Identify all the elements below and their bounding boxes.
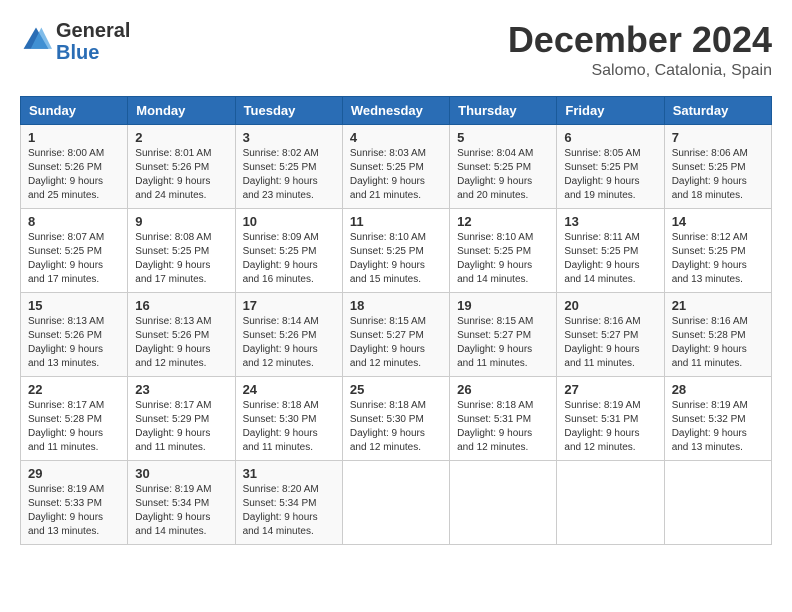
- table-row: 8 Sunrise: 8:07 AMSunset: 5:25 PMDayligh…: [21, 208, 128, 292]
- table-row: 12 Sunrise: 8:10 AMSunset: 5:25 PMDaylig…: [450, 208, 557, 292]
- table-row: 18 Sunrise: 8:15 AMSunset: 5:27 PMDaylig…: [342, 292, 449, 376]
- logo-icon: [20, 24, 52, 56]
- table-row: 31 Sunrise: 8:20 AMSunset: 5:34 PMDaylig…: [235, 460, 342, 544]
- calendar-week-1: 1 Sunrise: 8:00 AMSunset: 5:26 PMDayligh…: [21, 124, 772, 208]
- table-row: 1 Sunrise: 8:00 AMSunset: 5:26 PMDayligh…: [21, 124, 128, 208]
- table-row: 3 Sunrise: 8:02 AMSunset: 5:25 PMDayligh…: [235, 124, 342, 208]
- col-monday: Monday: [128, 96, 235, 124]
- table-row: 7 Sunrise: 8:06 AMSunset: 5:25 PMDayligh…: [664, 124, 771, 208]
- calendar-header-row: Sunday Monday Tuesday Wednesday Thursday…: [21, 96, 772, 124]
- empty-cell: [664, 460, 771, 544]
- col-wednesday: Wednesday: [342, 96, 449, 124]
- calendar-week-5: 29 Sunrise: 8:19 AMSunset: 5:33 PMDaylig…: [21, 460, 772, 544]
- page-container: General Blue December 2024 Salomo, Catal…: [20, 20, 772, 545]
- empty-cell: [450, 460, 557, 544]
- table-row: 19 Sunrise: 8:15 AMSunset: 5:27 PMDaylig…: [450, 292, 557, 376]
- table-row: 17 Sunrise: 8:14 AMSunset: 5:26 PMDaylig…: [235, 292, 342, 376]
- logo-text-line2: Blue: [56, 42, 130, 64]
- col-sunday: Sunday: [21, 96, 128, 124]
- table-row: 27 Sunrise: 8:19 AMSunset: 5:31 PMDaylig…: [557, 376, 664, 460]
- title-block: December 2024 Salomo, Catalonia, Spain: [508, 20, 772, 80]
- calendar-week-3: 15 Sunrise: 8:13 AMSunset: 5:26 PMDaylig…: [21, 292, 772, 376]
- col-friday: Friday: [557, 96, 664, 124]
- col-saturday: Saturday: [664, 96, 771, 124]
- table-row: 4 Sunrise: 8:03 AMSunset: 5:25 PMDayligh…: [342, 124, 449, 208]
- table-row: 16 Sunrise: 8:13 AMSunset: 5:26 PMDaylig…: [128, 292, 235, 376]
- table-row: 29 Sunrise: 8:19 AMSunset: 5:33 PMDaylig…: [21, 460, 128, 544]
- table-row: 13 Sunrise: 8:11 AMSunset: 5:25 PMDaylig…: [557, 208, 664, 292]
- col-thursday: Thursday: [450, 96, 557, 124]
- table-row: 10 Sunrise: 8:09 AMSunset: 5:25 PMDaylig…: [235, 208, 342, 292]
- table-row: 11 Sunrise: 8:10 AMSunset: 5:25 PMDaylig…: [342, 208, 449, 292]
- empty-cell: [557, 460, 664, 544]
- table-row: 24 Sunrise: 8:18 AMSunset: 5:30 PMDaylig…: [235, 376, 342, 460]
- table-row: 6 Sunrise: 8:05 AMSunset: 5:25 PMDayligh…: [557, 124, 664, 208]
- table-row: 2 Sunrise: 8:01 AMSunset: 5:26 PMDayligh…: [128, 124, 235, 208]
- location-subtitle: Salomo, Catalonia, Spain: [508, 62, 772, 80]
- table-row: 15 Sunrise: 8:13 AMSunset: 5:26 PMDaylig…: [21, 292, 128, 376]
- calendar-table: Sunday Monday Tuesday Wednesday Thursday…: [20, 96, 772, 545]
- table-row: 23 Sunrise: 8:17 AMSunset: 5:29 PMDaylig…: [128, 376, 235, 460]
- month-title: December 2024: [508, 20, 772, 60]
- calendar-week-4: 22 Sunrise: 8:17 AMSunset: 5:28 PMDaylig…: [21, 376, 772, 460]
- table-row: 28 Sunrise: 8:19 AMSunset: 5:32 PMDaylig…: [664, 376, 771, 460]
- table-row: 9 Sunrise: 8:08 AMSunset: 5:25 PMDayligh…: [128, 208, 235, 292]
- col-tuesday: Tuesday: [235, 96, 342, 124]
- table-row: 20 Sunrise: 8:16 AMSunset: 5:27 PMDaylig…: [557, 292, 664, 376]
- calendar-week-2: 8 Sunrise: 8:07 AMSunset: 5:25 PMDayligh…: [21, 208, 772, 292]
- table-row: 30 Sunrise: 8:19 AMSunset: 5:34 PMDaylig…: [128, 460, 235, 544]
- table-row: 26 Sunrise: 8:18 AMSunset: 5:31 PMDaylig…: [450, 376, 557, 460]
- logo-text-line1: General: [56, 20, 130, 42]
- logo: General Blue: [20, 20, 130, 64]
- header: General Blue December 2024 Salomo, Catal…: [20, 20, 772, 80]
- table-row: 21 Sunrise: 8:16 AMSunset: 5:28 PMDaylig…: [664, 292, 771, 376]
- table-row: 14 Sunrise: 8:12 AMSunset: 5:25 PMDaylig…: [664, 208, 771, 292]
- table-row: 5 Sunrise: 8:04 AMSunset: 5:25 PMDayligh…: [450, 124, 557, 208]
- table-row: 22 Sunrise: 8:17 AMSunset: 5:28 PMDaylig…: [21, 376, 128, 460]
- empty-cell: [342, 460, 449, 544]
- table-row: 25 Sunrise: 8:18 AMSunset: 5:30 PMDaylig…: [342, 376, 449, 460]
